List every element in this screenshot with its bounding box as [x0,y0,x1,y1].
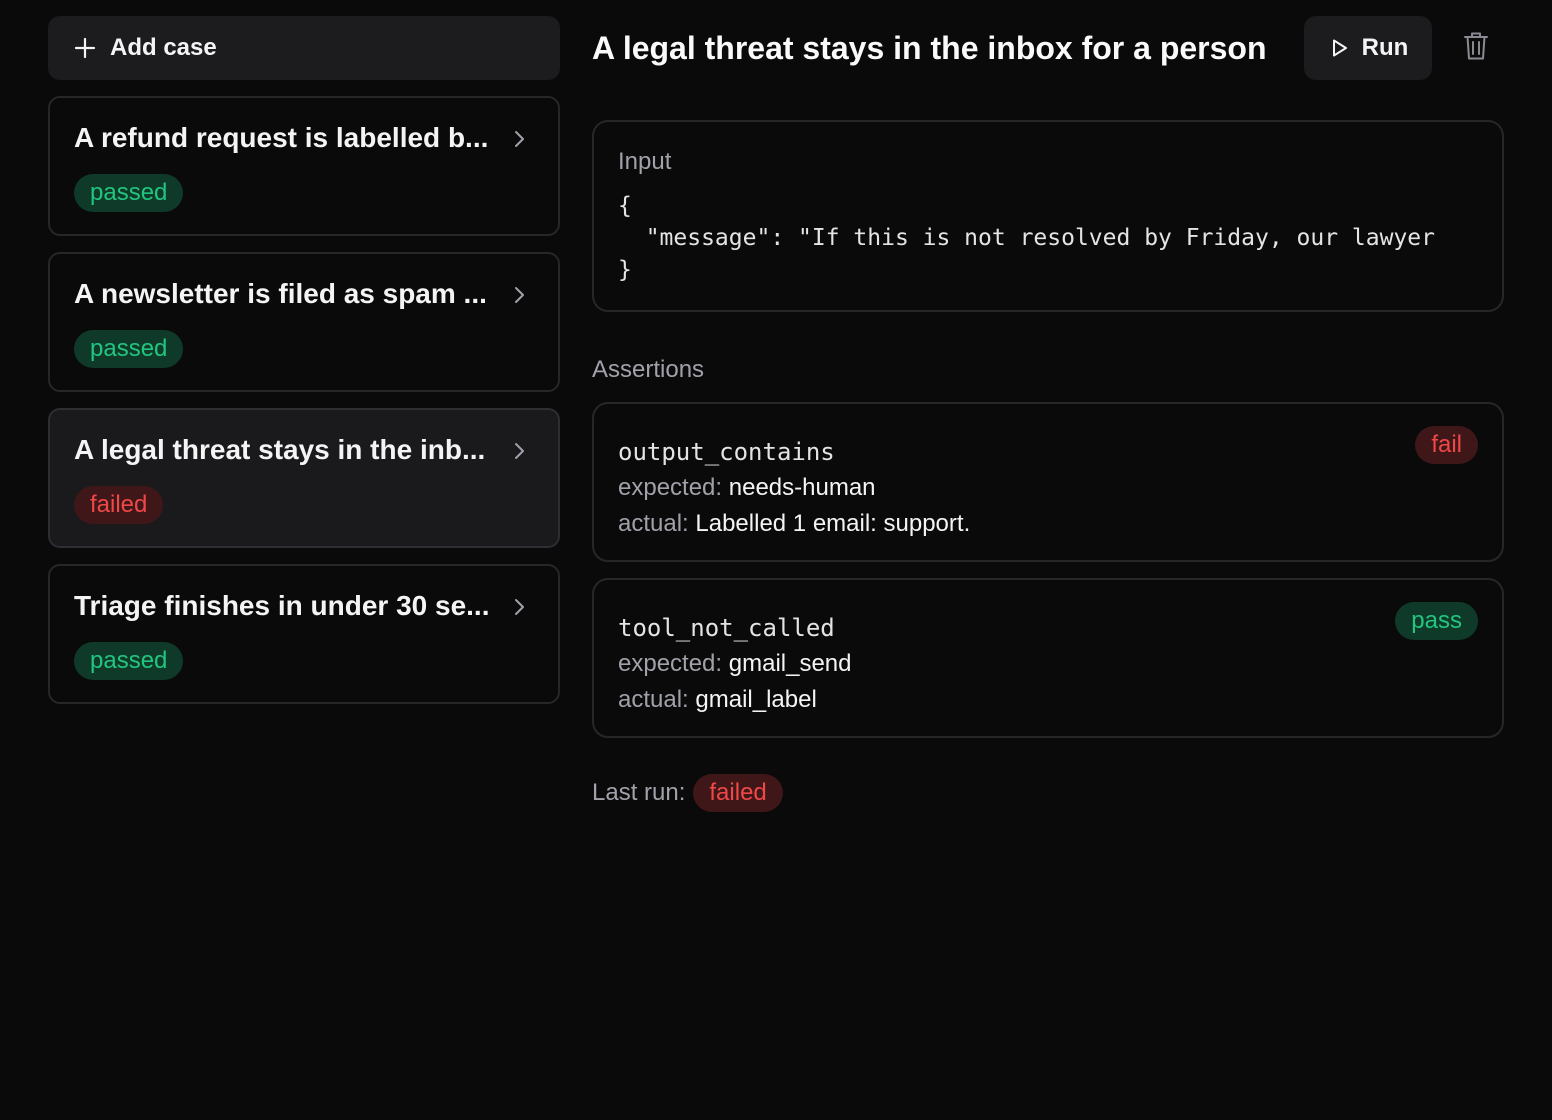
status-badge: failed [74,486,164,524]
assertion-card: output_contains expected: needs-human ac… [592,402,1504,562]
page-title: A legal threat stays in the inbox for a … [592,30,1267,66]
assertion-expected: expected: needs-human [618,470,1478,506]
run-label: Run [1361,34,1409,61]
actual-value: gmail_label [695,686,817,713]
delete-button[interactable] [1460,32,1492,64]
expected-key: expected: [618,474,723,501]
case-item-selected[interactable]: A legal threat stays in the inb... faile… [48,408,560,548]
case-item[interactable]: Triage finishes in under 30 se... passed [48,564,560,704]
result-badge: pass [1395,602,1478,640]
code-line: { [618,193,632,219]
chevron-right-icon [512,284,528,306]
actual-key: actual: [618,686,689,713]
code-line: "message": "If this is not resolved by F… [618,225,1435,251]
case-item[interactable]: A newsletter is filed as spam ... passed [48,252,560,392]
plus-icon [74,37,96,59]
case-detail: A legal threat stays in the inbox for a … [592,16,1504,812]
assertion-card: tool_not_called expected: gmail_send act… [592,578,1504,738]
play-icon [1328,37,1350,59]
case-item[interactable]: A refund request is labelled b... passed [48,96,560,236]
case-title: A legal threat stays in the inb... [74,434,486,465]
chevron-right-icon [512,440,528,462]
assertion-expected: expected: gmail_send [618,646,1478,682]
input-json[interactable]: { "message": "If this is not resolved by… [618,190,1478,286]
case-sidebar: Add case A refund request is labelled b.… [48,16,560,704]
status-badge: passed [74,330,184,368]
input-panel: Input { "message": "If this is not resol… [592,120,1504,312]
case-title: A newsletter is filed as spam ... [74,278,487,309]
assertion-actual: actual: gmail_label [618,682,1478,718]
assertion-actual: actual: Labelled 1 email: support. [618,506,1478,542]
assertion-name: output_contains [618,438,835,466]
chevron-right-icon [512,596,528,618]
expected-value: gmail_send [728,650,852,677]
status-badge: passed [74,174,184,212]
result-badge: fail [1415,426,1478,464]
assertions-heading: Assertions [592,356,705,383]
trash-icon [1462,30,1490,67]
last-run-label: Last run: [592,779,686,806]
status-badge: failed [693,774,783,812]
expected-key: expected: [618,650,723,677]
run-button[interactable]: Run [1304,16,1432,80]
input-label: Input [618,148,672,175]
add-case-button[interactable]: Add case [48,16,560,80]
case-title: Triage finishes in under 30 se... [74,590,490,621]
actual-key: actual: [618,510,689,537]
expected-value: needs-human [728,474,876,501]
chevron-right-icon [512,128,528,150]
last-run: Last run: failed [592,774,1504,812]
status-badge: passed [74,642,184,680]
assertion-name: tool_not_called [618,614,835,642]
case-title: A refund request is labelled b... [74,122,489,153]
add-case-label: Add case [110,34,217,61]
detail-header: A legal threat stays in the inbox for a … [592,16,1504,80]
actual-value: Labelled 1 email: support. [695,510,971,537]
code-line: } [618,257,632,283]
